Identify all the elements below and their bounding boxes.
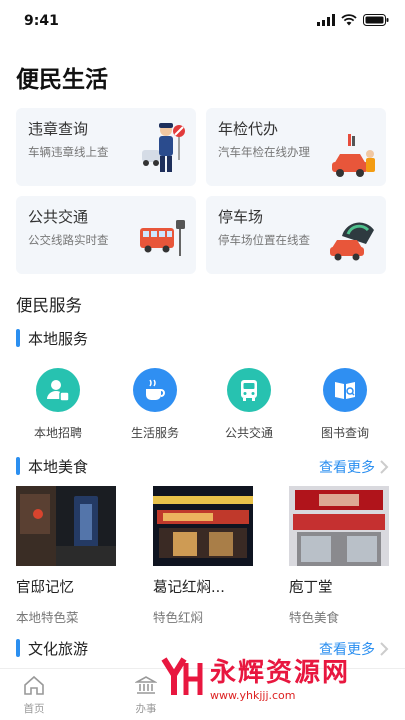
heading-accent-bar <box>16 329 20 347</box>
watermark-url: www.yhkjjj.com <box>210 689 296 702</box>
government-building-icon <box>133 676 159 694</box>
see-more-label: 查看更多 <box>319 460 375 476</box>
watermark: 永辉资源网 www.yhkjjj.com <box>160 652 350 702</box>
status-icons <box>317 14 389 26</box>
tab-home[interactable]: 首页 <box>4 675 64 716</box>
services-section-title: 便民服务 <box>16 296 82 315</box>
card-annual-inspection[interactable]: 年检代办 汽车年检在线办理 <box>206 108 386 186</box>
chevron-right-icon <box>380 460 389 474</box>
cellular-signal-icon <box>317 14 335 26</box>
service-label: 图书查询 <box>320 426 369 440</box>
recruit-icon <box>36 368 80 412</box>
card-subtitle: 停车场位置在线查 <box>218 233 310 247</box>
food-desc: 特色美食 <box>289 610 340 625</box>
wifi-icon <box>341 14 357 26</box>
food-name: 葛记红焖... <box>153 580 225 596</box>
service-local-recruit[interactable]: 本地招聘 <box>13 368 103 441</box>
card-public-transport[interactable]: 公共交通 公交线路实时查 <box>16 196 196 274</box>
food-desc: 特色红焖 <box>153 610 204 625</box>
service-label: 生活服务 <box>130 426 179 440</box>
car-repair-icon <box>332 134 375 177</box>
local-food-see-more[interactable]: 查看更多 <box>319 457 389 477</box>
food-photo <box>289 486 389 566</box>
card-title: 年检代办 <box>218 120 279 138</box>
watermark-text: 永辉资源网 <box>210 658 351 688</box>
tourism-label: 文化旅游 <box>28 639 89 658</box>
food-item[interactable]: 官邸记忆 本地特色菜 <box>16 486 116 626</box>
card-subtitle: 汽车年检在线办理 <box>218 145 310 159</box>
food-desc: 本地特色菜 <box>16 610 79 625</box>
card-subtitle: 公交线路实时查 <box>28 233 109 247</box>
bus-icon <box>227 368 271 412</box>
home-icon <box>24 675 44 695</box>
food-name: 庖丁堂 <box>289 580 333 596</box>
page-title: 便民生活 <box>16 67 108 93</box>
service-label: 公共交通 <box>224 426 273 440</box>
food-photo <box>16 486 116 566</box>
service-public-transport[interactable]: 公共交通 <box>204 368 294 441</box>
local-services-heading: 本地服务 <box>16 328 88 348</box>
chevron-right-icon <box>380 642 389 656</box>
coffee-cup-icon <box>133 368 177 412</box>
book-search-icon <box>323 368 367 412</box>
battery-icon <box>363 14 389 26</box>
parking-car-icon <box>330 222 374 261</box>
card-title: 公共交通 <box>28 208 89 226</box>
food-item[interactable]: 葛记红焖... 特色红焖 <box>153 486 253 626</box>
local-services-label: 本地服务 <box>28 329 89 348</box>
card-parking-lot[interactable]: 停车场 停车场位置在线查 <box>206 196 386 274</box>
tourism-heading: 文化旅游 <box>16 638 88 658</box>
service-life-services[interactable]: 生活服务 <box>110 368 200 441</box>
status-bar: 9:41 <box>0 0 405 44</box>
food-name: 官邸记忆 <box>16 580 74 596</box>
tab-label: 首页 <box>23 703 45 715</box>
local-food-heading: 本地美食 <box>16 456 88 476</box>
police-officer-car-icon <box>142 123 185 172</box>
heading-accent-bar <box>16 639 20 657</box>
food-photo <box>153 486 253 566</box>
watermark-logo-icon <box>161 657 203 695</box>
card-subtitle: 车辆违章线上查 <box>28 145 109 159</box>
card-title: 违章查询 <box>28 120 89 138</box>
heading-accent-bar <box>16 457 20 475</box>
status-time: 9:41 <box>24 13 59 29</box>
food-item[interactable]: 庖丁堂 特色美食 <box>289 486 389 626</box>
service-label: 本地招聘 <box>33 426 82 440</box>
card-title: 停车场 <box>218 208 264 226</box>
tab-label: 办事 <box>135 703 157 715</box>
local-food-label: 本地美食 <box>28 457 89 476</box>
service-book-search[interactable]: 图书查询 <box>300 368 390 441</box>
bus-stop-icon <box>140 220 185 256</box>
card-violation-query[interactable]: 违章查询 车辆违章线上查 <box>16 108 196 186</box>
